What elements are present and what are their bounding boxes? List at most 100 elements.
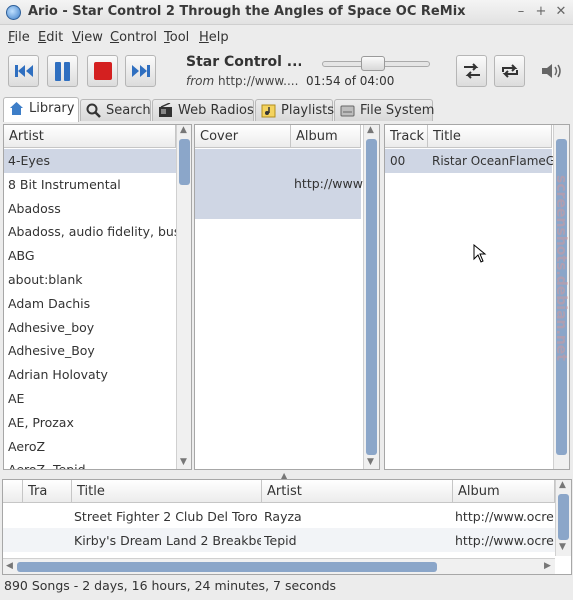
menu-tool[interactable]: Tool xyxy=(164,30,189,45)
stop-button[interactable] xyxy=(87,55,118,87)
artist-row[interactable]: Adrian Holovaty xyxy=(4,363,176,387)
pause-icon xyxy=(55,62,70,81)
artist-row[interactable]: Adhesive_Boy xyxy=(4,339,176,363)
album-name: http://www xyxy=(294,176,363,191)
album-row[interactable]: http://www xyxy=(195,149,363,219)
next-icon xyxy=(132,65,150,77)
playlist-title-header[interactable]: Title xyxy=(72,480,262,503)
scroll-up-arrow[interactable]: ▲ xyxy=(364,125,377,135)
volume-icon xyxy=(542,64,561,78)
album-panel: Cover Album http://www ▲ ▼ xyxy=(194,124,380,470)
artist-row[interactable]: ABG xyxy=(4,244,176,268)
tab-file-system[interactable]: File System xyxy=(334,99,434,121)
track-column-header[interactable]: Track xyxy=(385,125,428,148)
title-bar: Ario - Star Control 2 Through the Angles… xyxy=(0,0,573,25)
scroll-right-arrow[interactable]: ▶ xyxy=(541,561,554,571)
playlist-artist-header[interactable]: Artist xyxy=(262,480,453,503)
menu-edit[interactable]: Edit xyxy=(38,30,63,45)
artist-panel: Artist 4-Eyes 8 Bit Instrumental Abadoss Ab… xyxy=(3,124,192,470)
radio-icon xyxy=(159,103,172,117)
menu-help[interactable]: Help xyxy=(199,30,229,45)
track-row[interactable]: 00 Ristar OceanFlameGr xyxy=(385,149,560,173)
scroll-down-arrow[interactable]: ▼ xyxy=(364,457,377,467)
search-icon xyxy=(86,103,101,118)
artist-column-header[interactable]: Artist xyxy=(4,125,176,148)
scroll-down-arrow[interactable]: ▼ xyxy=(556,542,569,552)
repeat-button[interactable] xyxy=(494,55,525,87)
playlist-icon xyxy=(261,104,276,118)
track-number: 00 xyxy=(390,154,406,168)
minimize-button[interactable]: – xyxy=(513,3,529,21)
playlist-cell-title: Street Fighter 2 Club Del Toro OC xyxy=(74,509,261,524)
shuffle-button[interactable] xyxy=(456,55,487,87)
watermark: screenshots.debian.net xyxy=(553,175,569,361)
playlist-vscrollbar[interactable]: ▲ ▼ xyxy=(555,480,571,556)
next-button[interactable] xyxy=(125,55,156,87)
playlist-row[interactable]: Street Fighter 2 Club Del Toro OC Rayza ht… xyxy=(3,504,555,528)
library-icon xyxy=(10,102,23,115)
scroll-left-arrow[interactable]: ◀ xyxy=(3,561,16,571)
artist-row[interactable]: Adam Dachis xyxy=(4,292,176,316)
playlist-album-header[interactable]: Album xyxy=(453,480,555,503)
artist-row[interactable]: Abadoss, audio fidelity, busta xyxy=(4,220,176,244)
status-bar: 890 Songs - 2 days, 16 hours, 24 minutes… xyxy=(4,578,337,593)
playlist-hscrollbar[interactable]: ◀ ▶ xyxy=(3,558,555,574)
artist-row[interactable]: AE xyxy=(4,387,176,411)
playlist-panel: Tra Title Artist Album Street Fighter 2 … xyxy=(2,479,572,575)
hard-drive-icon xyxy=(340,105,355,117)
scrollbar-thumb[interactable] xyxy=(17,562,437,572)
stop-icon xyxy=(94,62,112,80)
scrollbar-thumb[interactable] xyxy=(179,139,190,185)
playlist-cell-title: Kirby's Dream Land 2 Breakbeat I xyxy=(74,533,261,548)
maximize-button[interactable]: + xyxy=(533,3,549,21)
artist-row[interactable]: 4-Eyes xyxy=(4,149,176,173)
scroll-down-arrow[interactable]: ▼ xyxy=(177,457,190,467)
playlist-cell-artist: Tepid xyxy=(264,533,297,548)
previous-button[interactable] xyxy=(8,55,39,87)
seek-handle[interactable] xyxy=(361,56,385,71)
album-scrollbar[interactable]: ▲ ▼ xyxy=(363,125,379,469)
window-title: Ario - Star Control 2 Through the Angles… xyxy=(28,4,466,19)
tab-playlists[interactable]: Playlists xyxy=(255,99,334,121)
volume-button[interactable] xyxy=(540,62,564,80)
artist-row[interactable]: about:blank xyxy=(4,268,176,292)
artist-row[interactable]: AE, Prozax xyxy=(4,411,176,435)
tracks-panel: Track Title 00 Ristar OceanFlameGr xyxy=(384,124,570,470)
playlist-blank-header xyxy=(3,480,23,503)
artist-row[interactable]: 8 Bit Instrumental xyxy=(4,173,176,197)
title-column-header[interactable]: Title xyxy=(428,125,552,148)
previous-icon xyxy=(15,65,33,77)
source-tabs: Library Search Web Radios Playlists File… xyxy=(0,97,573,122)
cover-column-header[interactable]: Cover xyxy=(195,125,291,148)
menu-view[interactable]: View xyxy=(72,30,103,45)
playlist-row[interactable]: Kirby's Dream Land 2 Breakbeat ITepid htt… xyxy=(3,528,555,552)
playlist-cell-album: http://www.ocren xyxy=(455,509,555,524)
close-button[interactable]: ✕ xyxy=(553,3,569,21)
tab-library[interactable]: Library xyxy=(3,97,79,122)
shuffle-icon xyxy=(464,63,480,79)
now-playing-source: from http://www.... xyxy=(186,74,299,88)
scrollbar-thumb[interactable] xyxy=(558,494,569,540)
pause-button[interactable] xyxy=(47,55,78,87)
scroll-up-arrow[interactable]: ▲ xyxy=(556,480,569,490)
menu-bar: File Edit View Control Tool Help xyxy=(0,26,573,48)
artist-row[interactable]: Abadoss xyxy=(4,197,176,221)
menu-control[interactable]: Control xyxy=(110,30,157,45)
playlist-cell-artist: Rayza xyxy=(264,509,302,524)
artist-row[interactable]: Adhesive_boy xyxy=(4,316,176,340)
artist-scrollbar[interactable]: ▲ ▼ xyxy=(176,125,191,469)
scrollbar-thumb[interactable] xyxy=(366,139,377,455)
album-column-header[interactable]: Album xyxy=(291,125,361,148)
app-icon xyxy=(6,5,21,20)
track-title: Ristar OceanFlameGr xyxy=(432,154,561,168)
menu-file[interactable]: File xyxy=(8,30,30,45)
playlist-track-header[interactable]: Tra xyxy=(23,480,72,503)
scroll-up-arrow[interactable]: ▲ xyxy=(177,125,190,135)
repeat-icon xyxy=(502,64,518,78)
artist-row[interactable]: AeroZ xyxy=(4,435,176,459)
tab-web-radios[interactable]: Web Radios xyxy=(152,99,254,121)
playlist-cell-album: http://www.ocren xyxy=(455,533,555,548)
tab-search[interactable]: Search xyxy=(80,99,151,121)
artist-row[interactable]: AeroZ, Tepid xyxy=(4,458,176,469)
mouse-cursor-icon xyxy=(473,244,487,263)
